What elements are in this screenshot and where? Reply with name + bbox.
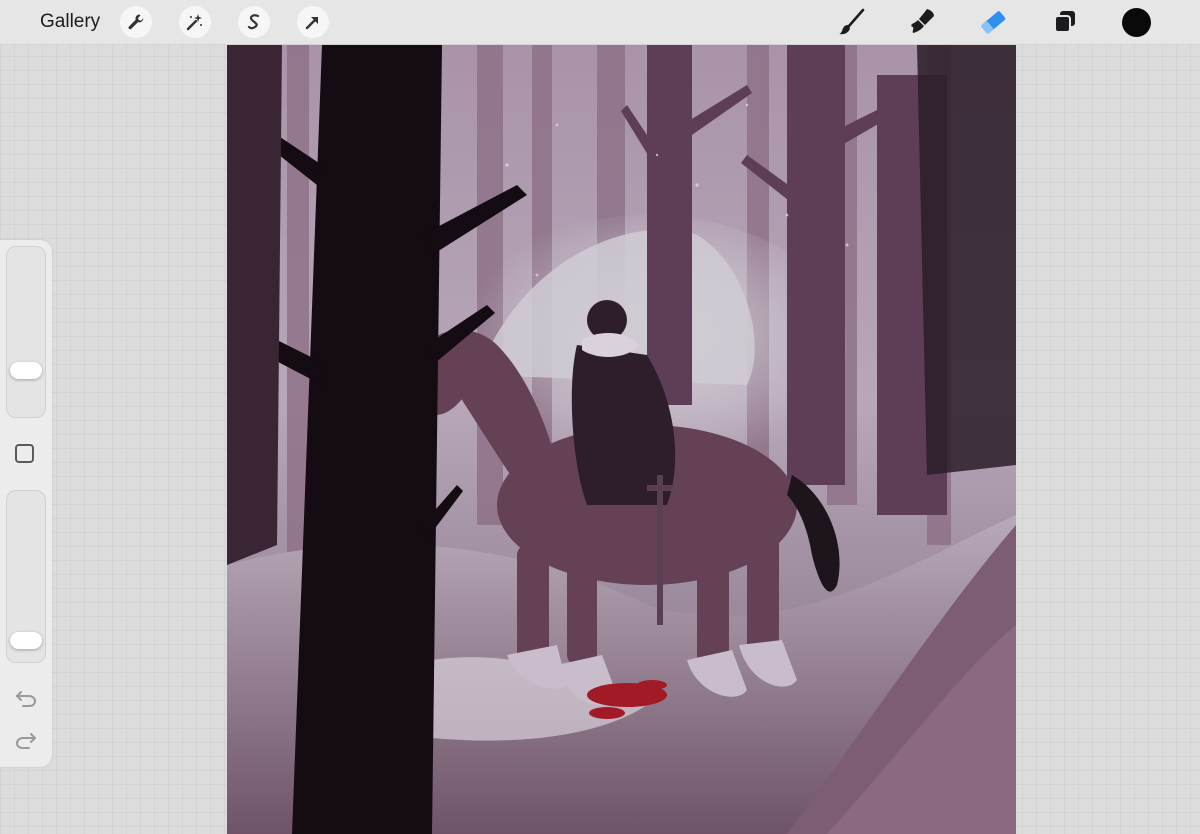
actions-button[interactable] xyxy=(120,6,152,38)
layers-button[interactable] xyxy=(1048,5,1082,39)
gallery-button[interactable]: Gallery xyxy=(40,11,100,33)
magic-wand-icon xyxy=(186,14,202,31)
modify-button[interactable] xyxy=(15,444,34,463)
selection-s-icon xyxy=(247,14,260,30)
redo-arrow-icon xyxy=(15,733,36,749)
redo-button[interactable] xyxy=(14,729,38,751)
brush-icon xyxy=(839,8,865,35)
brush-tool-button[interactable] xyxy=(835,5,869,39)
opacity-thumb[interactable] xyxy=(10,631,42,649)
color-swatch-button[interactable] xyxy=(1122,8,1151,37)
undo-arrow-icon xyxy=(16,691,37,707)
eraser-tool-button[interactable] xyxy=(976,5,1010,39)
selection-button[interactable] xyxy=(238,6,270,38)
brush-size-slider[interactable] xyxy=(6,246,46,418)
undo-button[interactable] xyxy=(14,687,38,709)
adjustments-button[interactable] xyxy=(179,6,211,38)
transform-button[interactable] xyxy=(297,6,329,38)
canvas-artwork xyxy=(227,45,1016,834)
layers-icon xyxy=(1054,11,1075,33)
top-toolbar: Gallery xyxy=(0,0,1200,45)
opacity-slider[interactable] xyxy=(6,490,46,663)
wrench-icon xyxy=(128,14,144,30)
transform-arrow-icon xyxy=(305,17,318,30)
left-sidebar xyxy=(0,240,52,767)
smudge-icon xyxy=(911,9,934,33)
drawing-canvas[interactable] xyxy=(227,45,1016,834)
eraser-icon xyxy=(981,11,1006,34)
brush-size-thumb[interactable] xyxy=(10,361,42,379)
smudge-tool-button[interactable] xyxy=(905,5,939,39)
